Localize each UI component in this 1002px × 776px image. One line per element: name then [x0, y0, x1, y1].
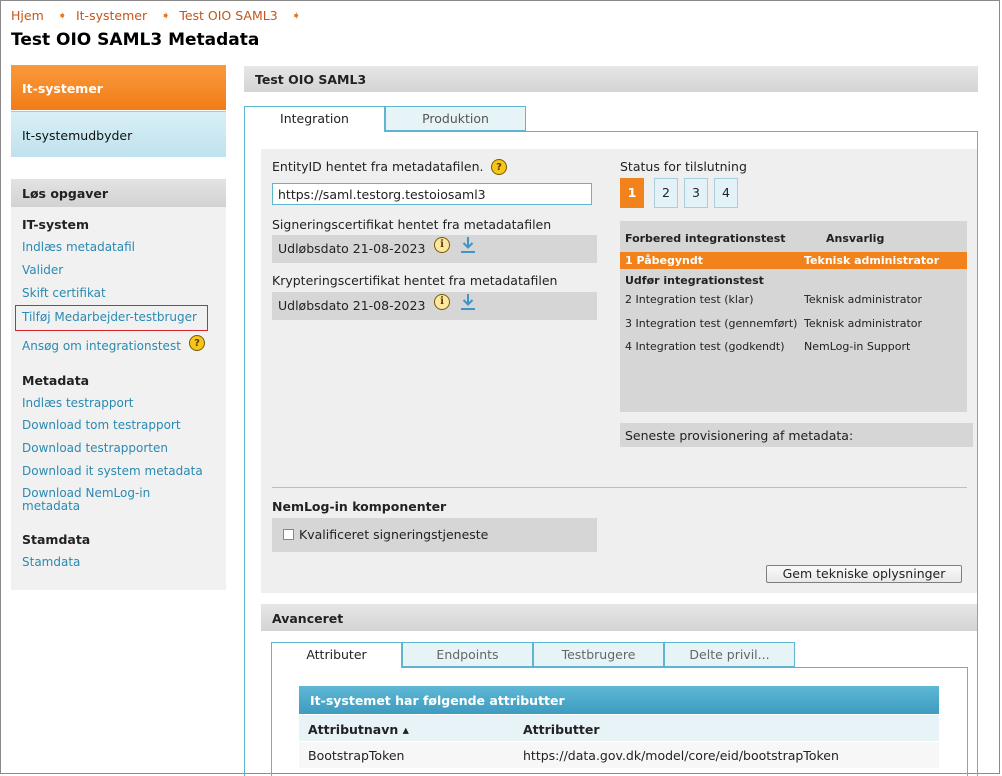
info-icon[interactable]: i — [434, 294, 450, 310]
sidebar-link-download-testrapporten[interactable]: Download testrapporten — [22, 441, 168, 455]
status-row-responsible: NemLog-in Support — [804, 340, 911, 353]
nav-it-systemer[interactable]: It-systemer — [11, 65, 226, 110]
entity-label: EntityID hentet fra metadatafilen. — [272, 159, 484, 174]
status-row-responsible: Teknisk administrator — [804, 317, 923, 330]
qualified-signing-checkbox[interactable] — [283, 529, 294, 540]
status-step-4[interactable]: 4 — [714, 178, 738, 208]
provisioning-label: Seneste provisionering af metadata: — [620, 423, 973, 447]
status-row-step: 1 Påbegyndt — [625, 254, 704, 267]
status-step-3[interactable]: 3 — [684, 178, 708, 208]
attributes-table-header: Attributnavn ▴ Attributter — [299, 715, 939, 741]
tab-testbrugere[interactable]: Testbrugere — [533, 642, 664, 667]
attribute-value: https://data.gov.dk/model/core/eid/boots… — [523, 748, 839, 763]
download-icon[interactable] — [460, 293, 476, 311]
help-icon[interactable]: ? — [491, 159, 507, 175]
breadcrumb: Hjem ➧ It-systemer ➧ Test OIO SAML3 ➧ — [11, 8, 310, 23]
column-attributter: Attributter — [523, 722, 600, 737]
sidebar-link-tilfoej-testbruger[interactable]: Tilføj Medarbejder-testbruger — [22, 310, 197, 324]
status-col-header: Ansvarlig — [826, 232, 885, 245]
tab-delte-privilegier[interactable]: Delte privil... — [664, 642, 795, 667]
entity-id-input[interactable] — [272, 183, 592, 205]
page-title: Test OIO SAML3 Metadata — [11, 30, 260, 50]
sidebar-section-stamdata: Stamdata — [22, 532, 91, 547]
crypt-cert-label: Krypteringscertifikat hentet fra metadat… — [272, 273, 558, 288]
breadcrumb-it-systemer[interactable]: It-systemer — [76, 8, 147, 23]
attribute-name: BootstrapToken — [308, 748, 405, 763]
sidebar-link-valider[interactable]: Valider — [22, 263, 63, 277]
sign-cert-expiry: Udløbsdato 21-08-2023 — [278, 241, 426, 256]
attributes-table-title: It-systemet har følgende attributter — [299, 686, 939, 714]
status-row-step: 2 Integration test (klar) — [625, 293, 754, 306]
breadcrumb-current[interactable]: Test OIO SAML3 — [179, 8, 277, 23]
tab-produktion[interactable]: Produktion — [385, 106, 526, 131]
sidebar-link-ansoeg-integrationstest[interactable]: Ansøg om integrationstest — [22, 339, 181, 353]
status-section: Udfør integrationstest — [625, 274, 764, 287]
status-step-2[interactable]: 2 — [654, 178, 678, 208]
sidebar-link-indlaes-metadatafil[interactable]: Indlæs metadatafil — [22, 240, 135, 254]
sidebar-link-skift-certifikat[interactable]: Skift certifikat — [22, 286, 106, 300]
breadcrumb-home[interactable]: Hjem — [11, 8, 44, 23]
table-row: BootstrapToken https://data.gov.dk/model… — [299, 742, 939, 768]
sign-cert-label: Signeringscertifikat hentet fra metadata… — [272, 217, 552, 232]
status-row-step: 3 Integration test (gennemført) — [625, 317, 798, 330]
tab-endpoints[interactable]: Endpoints — [402, 642, 533, 667]
sidebar-section-metadata: Metadata — [22, 373, 90, 388]
tab-attributer[interactable]: Attributer — [271, 642, 402, 668]
main-header: Test OIO SAML3 — [244, 66, 978, 92]
breadcrumb-separator-icon: ➧ — [57, 9, 67, 22]
status-row-responsible: Teknisk administrator — [804, 293, 923, 306]
sidebar-link-stamdata[interactable]: Stamdata — [22, 555, 80, 569]
status-row-responsible: Teknisk administrator — [804, 254, 940, 267]
tab-integration[interactable]: Integration — [244, 106, 385, 132]
nemlog-components-title: NemLog-in komponenter — [272, 499, 447, 514]
sidebar-section-it-system: IT-system — [22, 217, 90, 232]
status-label: Status for tilslutning — [620, 159, 747, 174]
status-row-step: 4 Integration test (godkendt) — [625, 340, 785, 353]
breadcrumb-separator-icon: ➧ — [161, 9, 171, 22]
sidebar-link-download-it-system-metadata[interactable]: Download it system metadata — [22, 464, 203, 478]
save-technical-info-button[interactable]: Gem tekniske oplysninger — [766, 565, 962, 583]
crypt-cert-expiry: Udløbsdato 21-08-2023 — [278, 298, 426, 313]
advanced-header: Avanceret — [261, 604, 977, 631]
sidebar-link-indlaes-testrapport[interactable]: Indlæs testrapport — [22, 396, 134, 410]
info-icon[interactable]: i — [434, 237, 450, 253]
breadcrumb-separator-icon: ➧ — [291, 9, 301, 22]
status-step-1[interactable]: 1 — [620, 178, 644, 208]
column-attributnavn[interactable]: Attributnavn ▴ — [308, 722, 409, 737]
nav-it-systemudbyder[interactable]: It-systemudbyder — [11, 111, 226, 157]
sidebar-title: Løs opgaver — [11, 179, 226, 207]
status-col-header: Forbered integrationstest — [625, 232, 786, 245]
qualified-signing-label: Kvalificeret signeringstjeneste — [299, 527, 489, 542]
help-icon[interactable]: ? — [189, 335, 205, 351]
sidebar-link-download-tom-testrapport[interactable]: Download tom testrapport — [22, 418, 181, 432]
divider — [272, 487, 967, 488]
sidebar-link-download-nemlogin-metadata[interactable]: Download NemLog-in metadata — [22, 487, 172, 513]
download-icon[interactable] — [460, 236, 476, 254]
